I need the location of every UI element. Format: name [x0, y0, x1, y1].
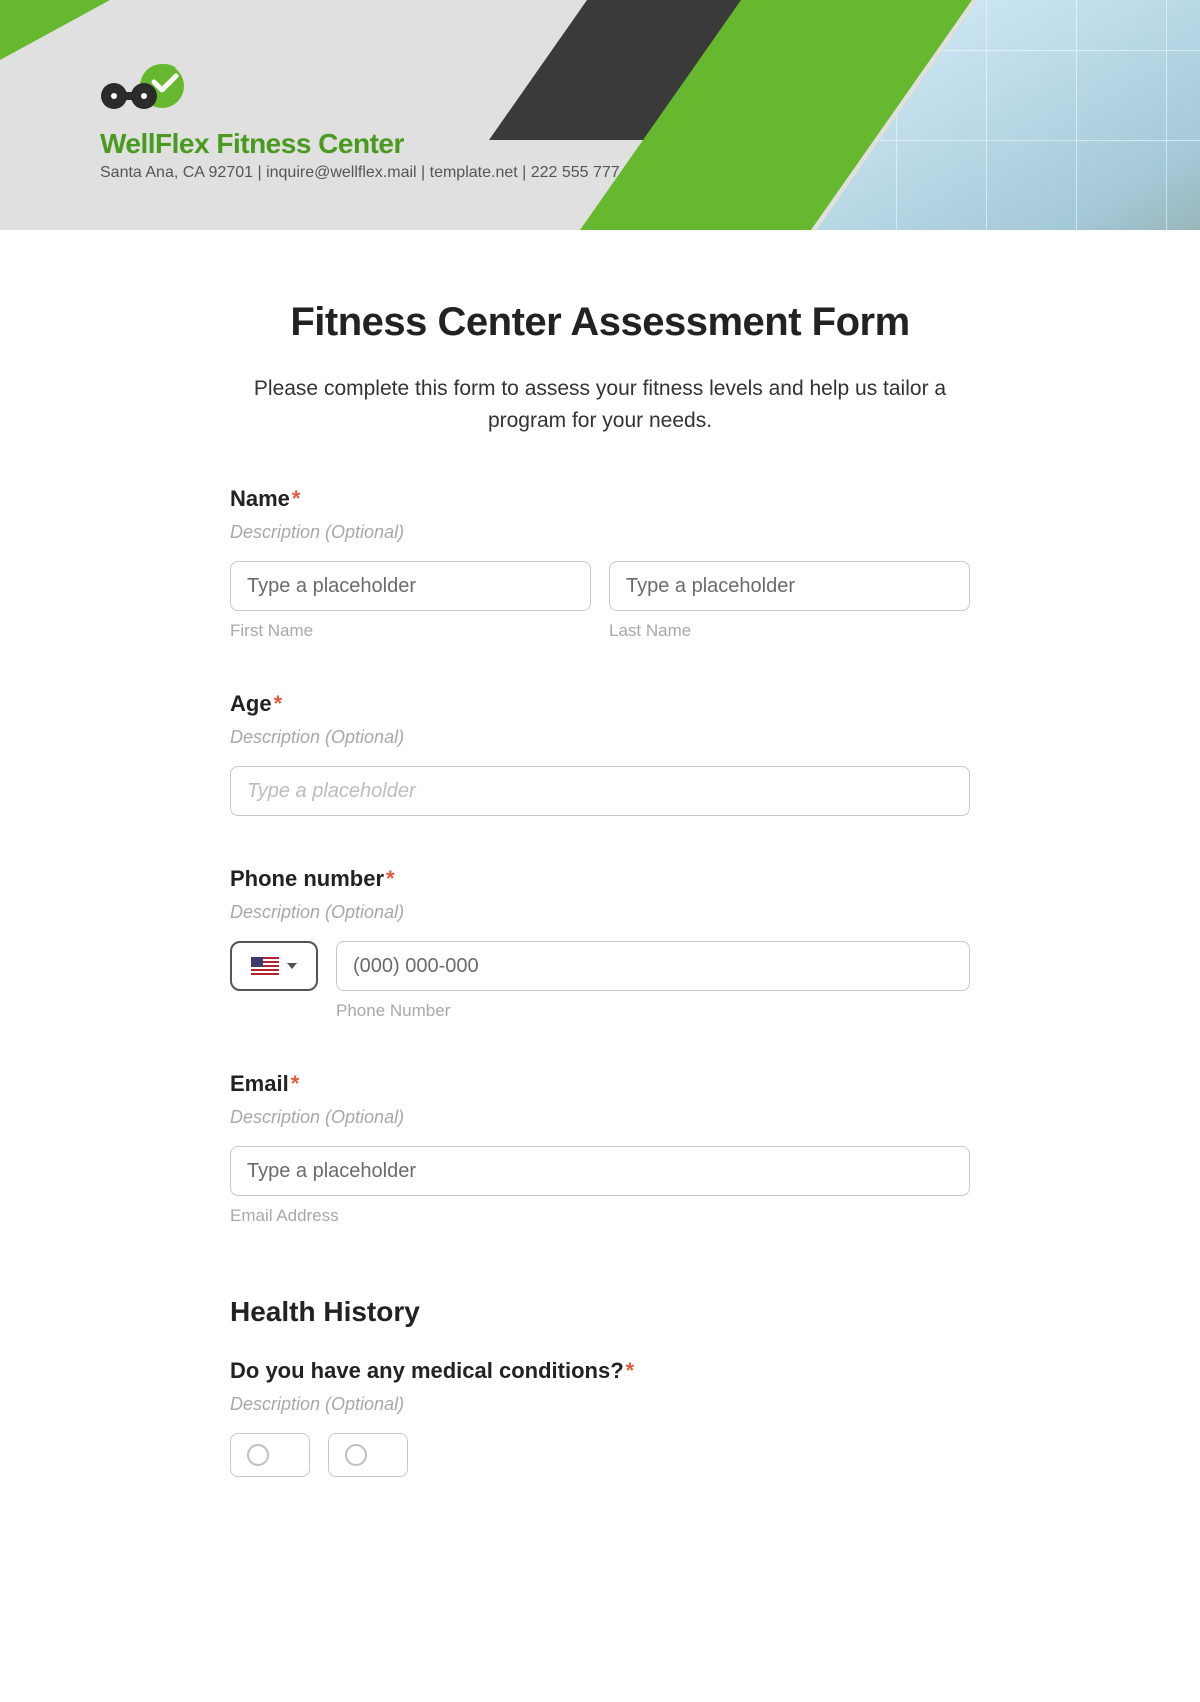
health-history-heading: Health History	[230, 1296, 970, 1328]
required-asterisk: *	[291, 1071, 300, 1096]
first-name-input[interactable]	[230, 561, 591, 611]
phone-description[interactable]: Description (Optional)	[230, 902, 970, 923]
dumbbell-kettlebell-icon	[100, 62, 200, 118]
email-description[interactable]: Description (Optional)	[230, 1107, 970, 1128]
email-input[interactable]	[230, 1146, 970, 1196]
field-age: Age* Description (Optional)	[230, 691, 970, 816]
phone-input[interactable]	[336, 941, 970, 991]
medical-conditions-label: Do you have any medical conditions?*	[230, 1358, 970, 1384]
brand-logo	[100, 60, 620, 120]
last-name-sublabel: Last Name	[609, 621, 970, 641]
name-label: Name*	[230, 486, 970, 512]
radio-icon	[345, 1444, 367, 1466]
brand-name: WellFlex Fitness Center	[100, 128, 620, 160]
phone-label-text: Phone number	[230, 866, 384, 891]
chevron-down-icon	[287, 963, 297, 969]
email-label: Email*	[230, 1071, 970, 1097]
last-name-input[interactable]	[609, 561, 970, 611]
email-sublabel: Email Address	[230, 1206, 970, 1226]
name-description[interactable]: Description (Optional)	[230, 522, 970, 543]
us-flag-icon	[251, 957, 279, 975]
brand-tagline: Santa Ana, CA 92701 | inquire@wellflex.m…	[100, 164, 620, 182]
first-name-sublabel: First Name	[230, 621, 591, 641]
radio-icon	[247, 1444, 269, 1466]
required-asterisk: *	[274, 691, 283, 716]
phone-sublabel: Phone Number	[336, 1001, 970, 1021]
phone-label: Phone number*	[230, 866, 970, 892]
age-label: Age*	[230, 691, 970, 717]
header-banner: WellFlex Fitness Center Santa Ana, CA 92…	[0, 0, 1200, 230]
brand-block: WellFlex Fitness Center Santa Ana, CA 92…	[100, 60, 620, 182]
required-asterisk: *	[386, 866, 395, 891]
age-input[interactable]	[230, 766, 970, 816]
age-description[interactable]: Description (Optional)	[230, 727, 970, 748]
required-asterisk: *	[626, 1358, 635, 1383]
medical-conditions-description[interactable]: Description (Optional)	[230, 1394, 970, 1415]
field-email: Email* Description (Optional) Email Addr…	[230, 1071, 970, 1226]
email-label-text: Email	[230, 1071, 289, 1096]
radio-option[interactable]	[328, 1433, 408, 1477]
radio-option[interactable]	[230, 1433, 310, 1477]
required-asterisk: *	[292, 486, 301, 511]
name-label-text: Name	[230, 486, 290, 511]
field-medical-conditions: Do you have any medical conditions?* Des…	[230, 1358, 970, 1477]
age-label-text: Age	[230, 691, 272, 716]
field-name: Name* Description (Optional) First Name …	[230, 486, 970, 641]
form-title: Fitness Center Assessment Form	[230, 300, 970, 345]
form-body: Fitness Center Assessment Form Please co…	[140, 230, 1060, 1517]
medical-conditions-text: Do you have any medical conditions?	[230, 1358, 624, 1383]
form-intro: Please complete this form to assess your…	[230, 373, 970, 436]
field-phone: Phone number* Description (Optional) Pho…	[230, 866, 970, 1021]
accent-triangle	[0, 0, 110, 60]
country-code-select[interactable]	[230, 941, 318, 991]
